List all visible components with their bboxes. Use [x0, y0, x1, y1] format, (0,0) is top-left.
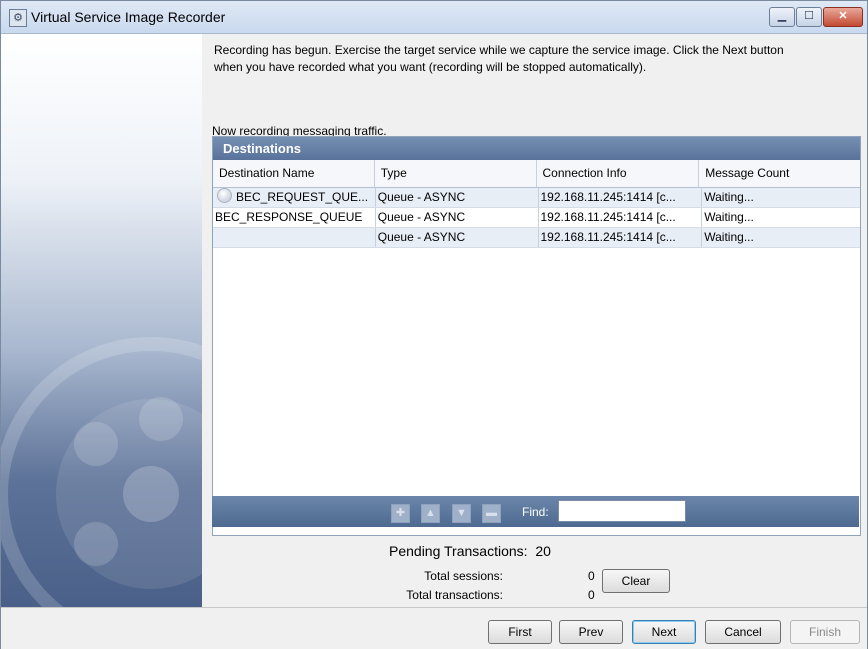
- move-down-icon[interactable]: ▼: [452, 504, 471, 523]
- pending-transactions-value: 20: [535, 543, 551, 559]
- destinations-title: Destinations: [213, 137, 860, 160]
- type-cell: Queue - ASYNC: [376, 208, 539, 227]
- connection-info-cell: 192.168.11.245:1414 [c...: [539, 228, 703, 247]
- film-reel-graphic: [1, 337, 202, 607]
- total-transactions-value: 0: [588, 588, 595, 602]
- wizard-window: ⚙ Virtual Service Image Recorder ▁ ☐ ✕ R…: [0, 0, 868, 649]
- table-row[interactable]: BEC_RESPONSE_QUEUE Queue - ASYNC 192.168…: [213, 208, 860, 228]
- connection-info-cell: 192.168.11.245:1414 [c...: [539, 208, 703, 227]
- table-row[interactable]: Queue - ASYNC 192.168.11.245:1414 [c... …: [213, 228, 860, 248]
- destination-name-cell: [213, 228, 376, 247]
- pending-transactions: Pending Transactions: 20: [389, 543, 551, 559]
- destination-name: BEC_REQUEST_QUE...: [236, 190, 369, 204]
- message-count-cell: Waiting...: [704, 190, 754, 204]
- find-input[interactable]: [558, 500, 686, 522]
- table-header: Destination Name Type Connection Info Me…: [213, 160, 860, 188]
- minimize-icon: ▁: [777, 10, 787, 22]
- window-title: Virtual Service Image Recorder: [31, 9, 226, 25]
- pending-transactions-label: Pending Transactions:: [389, 543, 528, 559]
- delete-icon[interactable]: ▬: [482, 504, 501, 523]
- connection-info-cell: 192.168.11.245:1414 [c...: [539, 188, 703, 207]
- first-button[interactable]: First: [488, 620, 552, 644]
- cancel-button[interactable]: Cancel: [705, 620, 781, 644]
- instructions-line-1: Recording has begun. Exercise the target…: [214, 43, 784, 57]
- total-transactions-label: Total transactions:: [406, 588, 503, 602]
- table-toolbar: ✚ ▲ ▼ ▬ Find:: [212, 496, 859, 527]
- app-icon: ⚙: [9, 9, 27, 27]
- total-sessions-value: 0: [588, 569, 595, 583]
- total-sessions-label: Total sessions:: [424, 569, 503, 583]
- move-up-icon[interactable]: ▲: [421, 504, 440, 523]
- message-count-cell: Waiting...: [704, 210, 754, 224]
- close-button[interactable]: ✕: [823, 7, 863, 27]
- column-header-destination-name[interactable]: Destination Name: [213, 160, 375, 187]
- wizard-sidebar-graphic: [1, 34, 202, 607]
- column-header-type[interactable]: Type: [375, 160, 537, 187]
- add-icon[interactable]: ✚: [391, 504, 410, 523]
- instructions-line-2: when you have recorded what you want (re…: [214, 60, 647, 74]
- destination-name-cell: BEC_RESPONSE_QUEUE: [213, 208, 376, 227]
- column-header-message-count[interactable]: Message Count: [699, 160, 860, 187]
- maximize-icon: ☐: [804, 10, 814, 22]
- finish-button[interactable]: Finish: [790, 620, 860, 644]
- clear-button[interactable]: Clear: [602, 569, 670, 593]
- maximize-button[interactable]: ☐: [796, 7, 822, 27]
- destination-name-cell: BEC_REQUEST_QUE...: [213, 188, 376, 207]
- prev-button[interactable]: Prev: [559, 620, 623, 644]
- wizard-footer: First Prev Next Cancel Finish: [1, 607, 867, 649]
- instructions-text: Recording has begun. Exercise the target…: [214, 42, 859, 76]
- destinations-panel: Destinations Destination Name Type Conne…: [212, 136, 861, 536]
- title-bar[interactable]: ⚙ Virtual Service Image Recorder ▁ ☐ ✕: [1, 1, 867, 34]
- type-cell: Queue - ASYNC: [376, 228, 539, 247]
- table-row[interactable]: BEC_REQUEST_QUE... Queue - ASYNC 192.168…: [213, 188, 860, 208]
- wizard-content: Recording has begun. Exercise the target…: [202, 34, 867, 607]
- minimize-button[interactable]: ▁: [769, 7, 795, 27]
- column-header-connection-info[interactable]: Connection Info: [537, 160, 700, 187]
- type-cell: Queue - ASYNC: [376, 188, 539, 207]
- busy-icon: [217, 188, 232, 203]
- find-label: Find:: [522, 505, 549, 519]
- message-count-cell: Waiting...: [704, 230, 754, 244]
- close-icon: ✕: [838, 10, 848, 22]
- next-button[interactable]: Next: [632, 620, 696, 644]
